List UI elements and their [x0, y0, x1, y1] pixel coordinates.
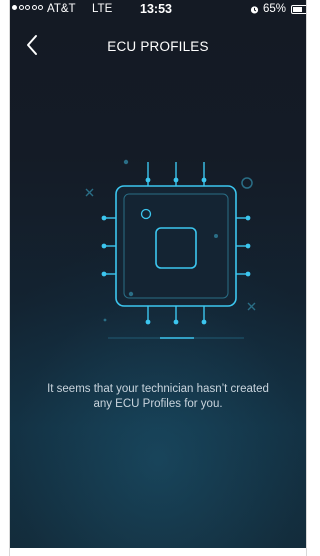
device-frame: AT&T LTE 13:53 65% ECU PROFILES It seems…: [0, 0, 314, 556]
signal-dot: [31, 5, 37, 10]
status-time: 13:53: [140, 2, 172, 16]
alarm-clock-icon: [250, 6, 259, 14]
right-divider: [306, 0, 307, 556]
app-screen: AT&T LTE 13:53 65% ECU PROFILES It seems…: [10, 0, 306, 548]
network-type-label: LTE: [92, 3, 113, 15]
signal-dot: [38, 5, 43, 10]
carrier-label: AT&T: [47, 3, 76, 15]
battery-percent: 65%: [263, 3, 287, 15]
signal-strength-icon: [12, 5, 43, 10]
battery-level: [293, 7, 302, 12]
page-title: ECU PROFILES: [107, 39, 209, 54]
ecu-chip-icon: [85, 159, 256, 339]
status-bar: AT&T LTE 13:53 65%: [10, 0, 306, 20]
battery-icon: [291, 5, 306, 14]
empty-state-message: It seems that your technician hasn’t cre…: [47, 383, 269, 410]
signal-dot: [18, 5, 24, 10]
signal-dot: [25, 5, 30, 10]
navigation-bar: ECU PROFILES: [10, 26, 306, 66]
signal-dot: [12, 5, 17, 10]
